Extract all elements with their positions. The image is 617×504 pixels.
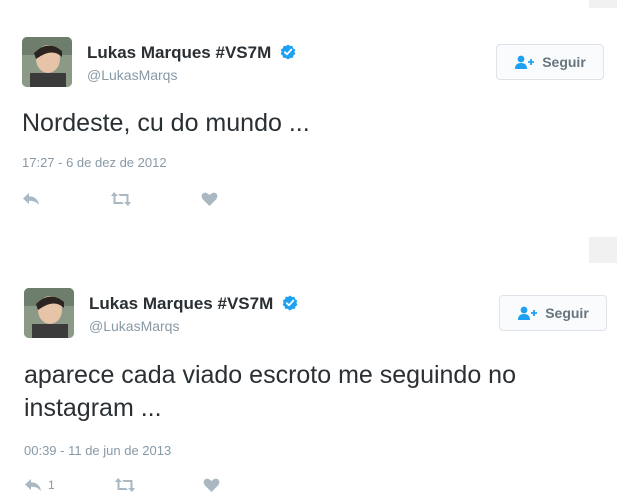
avatar[interactable] — [22, 37, 72, 87]
like-button[interactable] — [201, 191, 224, 207]
corner-block-middle — [589, 237, 617, 263]
author-handle[interactable]: @LukasMarqs — [87, 67, 177, 83]
like-icon — [203, 478, 220, 492]
tweet-timestamp[interactable]: 17:27 - 6 de dez de 2012 — [22, 155, 167, 170]
author-handle[interactable]: @LukasMarqs — [89, 318, 179, 334]
reply-button[interactable] — [22, 191, 46, 207]
avatar-image — [24, 288, 74, 338]
tweet-timestamp[interactable]: 00:39 - 11 de jun de 2013 — [24, 443, 171, 458]
retweet-icon — [111, 192, 131, 206]
add-user-icon — [515, 55, 535, 69]
author-name-text: Lukas Marques #VS7M — [89, 294, 274, 313]
retweet-button[interactable] — [110, 191, 138, 207]
like-icon — [201, 192, 218, 206]
tweet-card: Lukas Marques #VS7M @LukasMarqs Seguir N… — [0, 0, 617, 230]
follow-button-label: Seguir — [545, 305, 589, 321]
author-name[interactable]: Lukas Marques #VS7M — [89, 294, 298, 314]
verified-badge-icon — [280, 44, 296, 60]
like-button[interactable] — [203, 477, 226, 493]
avatar-image — [22, 37, 72, 87]
reply-count: 1 — [48, 478, 55, 492]
follow-button[interactable]: Seguir — [496, 44, 604, 80]
tweet-text: aparece cada viado escroto me seguindo n… — [24, 361, 516, 422]
avatar[interactable] — [24, 288, 74, 338]
follow-button-label: Seguir — [542, 54, 586, 70]
reply-icon — [23, 193, 39, 205]
tweet-card: Lukas Marques #VS7M @LukasMarqs Seguir a… — [0, 263, 617, 504]
verified-badge-icon — [282, 295, 298, 311]
add-user-icon — [518, 306, 538, 320]
tweet-actions — [22, 191, 222, 211]
reply-button[interactable]: 1 — [24, 477, 55, 493]
retweet-button[interactable] — [114, 477, 142, 493]
retweet-icon — [115, 478, 135, 492]
author-name-text: Lukas Marques #VS7M — [87, 43, 272, 62]
tweet-actions: 1 — [24, 477, 224, 497]
tweet-text: Nordeste, cu do mundo ... — [22, 109, 310, 137]
reply-icon — [25, 479, 41, 491]
follow-button[interactable]: Seguir — [499, 295, 607, 331]
author-name[interactable]: Lukas Marques #VS7M — [87, 43, 296, 63]
